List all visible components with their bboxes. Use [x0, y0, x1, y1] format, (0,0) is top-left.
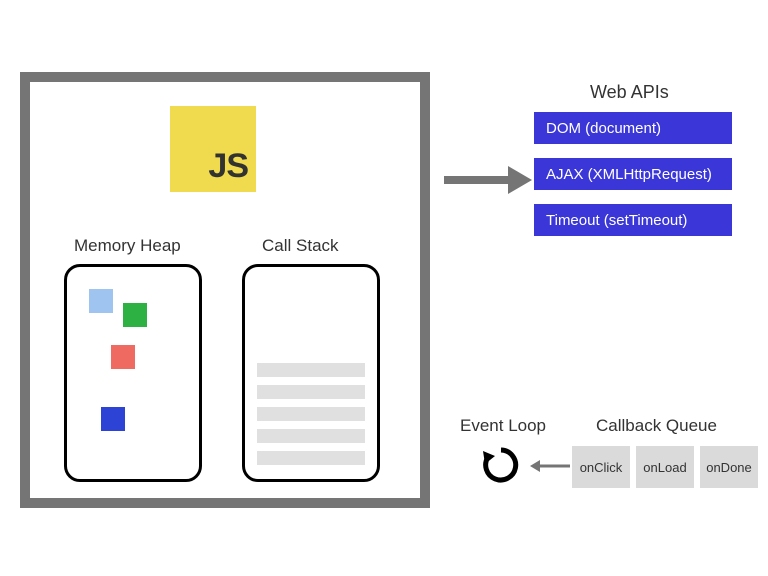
arrow-right-icon — [440, 160, 532, 200]
call-stack-label: Call Stack — [262, 236, 339, 256]
js-logo: JS — [170, 106, 256, 192]
call-stack-box — [242, 264, 380, 482]
api-timeout-box: Timeout (setTimeout) — [534, 204, 732, 236]
web-apis-title: Web APIs — [590, 82, 669, 103]
api-dom-box: DOM (document) — [534, 112, 732, 144]
stack-frame — [257, 385, 365, 399]
stack-frame — [257, 407, 365, 421]
callback-queue-label: Callback Queue — [596, 416, 717, 436]
callback-onclick: onClick — [572, 446, 630, 488]
loop-icon — [480, 444, 522, 486]
api-ajax-box: AJAX (XMLHttpRequest) — [534, 158, 732, 190]
heap-block — [101, 407, 125, 431]
stack-frame — [257, 429, 365, 443]
callback-onload: onLoad — [636, 446, 694, 488]
heap-block — [111, 345, 135, 369]
stack-frame — [257, 363, 365, 377]
heap-block — [89, 289, 113, 313]
memory-heap-label: Memory Heap — [74, 236, 181, 256]
heap-block — [123, 303, 147, 327]
js-engine-box: JS Memory Heap Call Stack — [20, 72, 430, 508]
event-loop-label: Event Loop — [460, 416, 546, 436]
callback-ondone: onDone — [700, 446, 758, 488]
stack-frame — [257, 451, 365, 465]
memory-heap-box — [64, 264, 202, 482]
arrow-left-icon — [528, 456, 572, 476]
js-logo-text: JS — [208, 147, 248, 186]
